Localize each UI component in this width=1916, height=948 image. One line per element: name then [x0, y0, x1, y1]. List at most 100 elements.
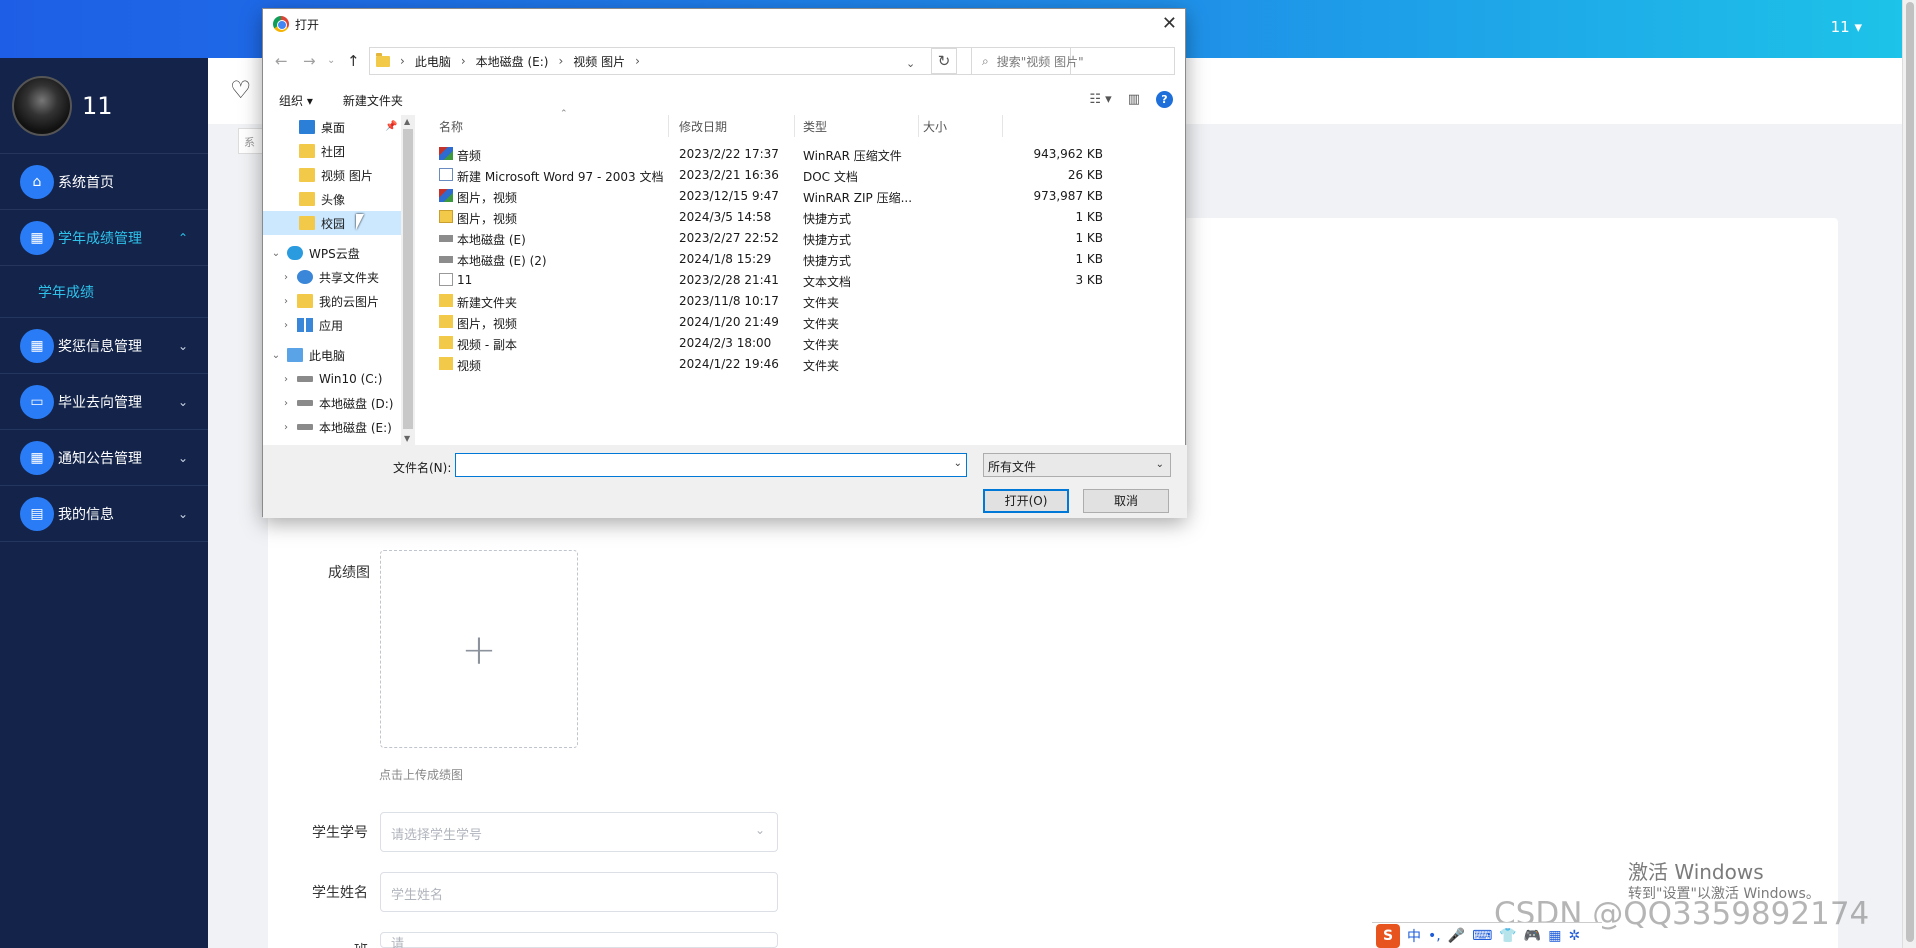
file-type: 快捷方式 [803, 233, 852, 247]
pc-icon [287, 348, 303, 362]
organize-button[interactable]: 组织 ▾ [279, 92, 313, 109]
close-icon[interactable]: ✕ [1162, 13, 1177, 34]
tree-item[interactable]: 社团 [263, 139, 415, 163]
file-row[interactable]: 新建文件夹 2023/11/8 10:17 文件夹 [423, 291, 1023, 311]
expand-icon[interactable]: › [279, 398, 293, 409]
view-options-icon[interactable]: ☷ ▾ [1089, 92, 1111, 107]
game-icon[interactable]: 🎮 [1524, 928, 1541, 944]
tree-item[interactable]: › 本地磁盘 (E:) [263, 415, 415, 439]
help-icon[interactable]: ? [1156, 91, 1173, 108]
folder-icon [299, 144, 315, 158]
file-name: 新建文件夹 [457, 296, 518, 310]
tree-item[interactable]: › Win10 (C:) [263, 367, 415, 391]
file-row[interactable]: 视频 - 副本 2024/2/3 18:00 文件夹 [423, 333, 1023, 353]
settings-icon[interactable]: ✲ [1568, 928, 1580, 944]
file-row[interactable]: 图片，视频 2023/12/15 9:47 WinRAR ZIP 压缩... 973,… [423, 186, 1103, 206]
crumb-drive-e[interactable]: 本地磁盘 (E:) [476, 53, 549, 70]
column-header-name[interactable]: 名称 [439, 115, 669, 137]
forward-icon[interactable]: → [303, 52, 316, 70]
column-header-type[interactable]: 类型 [803, 115, 919, 137]
tree-item[interactable]: ⌄ WPS云盘 [263, 241, 415, 265]
page-scrollbar[interactable] [1902, 0, 1916, 948]
tree-item[interactable]: 头像 [263, 187, 415, 211]
chinese-mode-icon[interactable]: 中 [1407, 926, 1421, 946]
scroll-up-icon[interactable]: ▲ [404, 117, 410, 126]
refresh-icon[interactable]: ↻ [931, 48, 957, 74]
up-icon[interactable]: ↑ [347, 52, 360, 70]
file-row[interactable]: 图片，视频 2024/1/20 21:49 文件夹 [423, 312, 1023, 332]
expand-icon[interactable]: › [279, 296, 293, 307]
file-row[interactable]: 本地磁盘 (E) (2) 2024/1/8 15:29 快捷方式 1 KB [423, 249, 1103, 269]
sidebar-item-home[interactable]: ⌂ 系统首页 [0, 154, 208, 210]
desktop-icon [299, 120, 315, 134]
address-bar[interactable]: › 此电脑 › 本地磁盘 (E:) › 视频 图片 › ⌄ [369, 47, 1071, 75]
preview-pane-icon[interactable]: ▥ [1128, 92, 1140, 107]
dialog-titlebar[interactable]: 打开 ✕ [263, 9, 1185, 39]
expand-icon[interactable]: ⌄ [269, 248, 283, 259]
file-type: 文件夹 [803, 296, 840, 310]
address-dropdown-icon[interactable]: ⌄ [906, 57, 915, 70]
keyboard-icon[interactable]: ⌨ [1472, 928, 1492, 944]
expand-icon[interactable]: ⌄ [269, 350, 283, 361]
sidebar-item-my-info[interactable]: ▤ 我的信息 ⌄ [0, 486, 208, 542]
file-row[interactable]: 11 2023/2/28 21:41 文本文档 3 KB [423, 270, 1103, 290]
scroll-down-icon[interactable]: ▼ [404, 434, 410, 443]
file-row[interactable]: 新建 Microsoft Word 97 - 2003 文档 2023/2/21 … [423, 165, 1103, 185]
scrollbar-thumb[interactable] [1906, 2, 1914, 942]
tree-item[interactable]: ⌄ 此电脑 [263, 343, 415, 367]
crumb-this-pc[interactable]: 此电脑 [415, 53, 451, 70]
microphone-icon[interactable]: 🎤 [1448, 928, 1465, 944]
column-header-size[interactable]: 大小 [923, 115, 1003, 137]
sidebar-item-graduation[interactable]: ▭ 毕业去向管理 ⌄ [0, 374, 208, 430]
toolbox-icon[interactable]: ▦ [1548, 928, 1561, 944]
upload-box[interactable]: + [380, 550, 578, 748]
heart-icon[interactable]: ♡ [230, 76, 252, 104]
nav-scrollbar[interactable]: ▲ ▼ [401, 115, 415, 445]
cancel-button[interactable]: 取消 [1083, 489, 1169, 513]
student-no-select[interactable]: 请选择学生学号 ⌄ [380, 812, 778, 852]
column-header-date[interactable]: 修改日期 [679, 115, 795, 137]
tree-item-label: WPS云盘 [309, 246, 360, 261]
tree-item[interactable]: › 本地磁盘 (D:) [263, 391, 415, 415]
nav-scrollbar-thumb[interactable] [403, 129, 413, 429]
recent-chevron-icon[interactable]: ⌄ [327, 55, 335, 66]
crumb-folder[interactable]: 视频 图片 [573, 53, 625, 70]
tree-item-label: 共享文件夹 [319, 270, 380, 285]
search-input[interactable]: ⌕ 搜索"视频 图片" [971, 47, 1175, 75]
chevron-down-icon: ⌄ [177, 394, 188, 409]
file-row[interactable]: 本地磁盘 (E) 2023/2/27 22:52 快捷方式 1 KB [423, 228, 1103, 248]
filetype-select[interactable]: 所有文件 ⌄ [983, 453, 1171, 477]
expand-icon[interactable]: › [279, 272, 293, 283]
punctuation-icon[interactable]: •, [1428, 928, 1441, 944]
expand-icon[interactable]: › [279, 422, 293, 433]
sidebar-item-rewards[interactable]: ▦ 奖惩信息管理 ⌄ [0, 318, 208, 374]
tree-item[interactable]: › 应用 [263, 313, 415, 337]
new-folder-button[interactable]: 新建文件夹 [343, 92, 403, 109]
sidebar-subitem-grades[interactable]: 学年成绩 [0, 266, 208, 318]
file-row[interactable]: 音频 2023/2/22 17:37 WinRAR 压缩文件 943,962 KB [423, 144, 1103, 164]
rar-file-icon [439, 147, 453, 160]
sogou-icon[interactable]: S [1376, 923, 1400, 948]
file-size: 1 KB [1075, 210, 1103, 224]
open-button[interactable]: 打开(O) [983, 489, 1069, 513]
sidebar-item-grade-management[interactable]: ▦ 学年成绩管理 ⌃ [0, 210, 208, 266]
file-date: 2023/2/27 22:52 [679, 231, 779, 245]
file-row[interactable]: 图片，视频 2024/3/5 14:58 快捷方式 1 KB [423, 207, 1103, 227]
user-menu[interactable]: 11 ▾ [1831, 18, 1862, 36]
tree-item[interactable]: 视频 图片 [263, 163, 415, 187]
chevron-down-icon[interactable]: ⌄ [954, 458, 962, 469]
expand-icon[interactable]: › [279, 374, 293, 385]
tree-item[interactable]: › 我的云图片 [263, 289, 415, 313]
sidebar-item-notices[interactable]: ▦ 通知公告管理 ⌄ [0, 430, 208, 486]
file-row[interactable]: 视频 2024/1/22 19:46 文件夹 [423, 354, 1023, 374]
tree-item[interactable]: 校园 [263, 211, 415, 235]
sidebar-item-label: 通知公告管理 [58, 450, 142, 467]
address-row: ← → ⌄ ↑ › 此电脑 › 本地磁盘 (E:) › 视频 图片 › ⌄ ↻ … [263, 45, 1187, 77]
tree-item[interactable]: › 共享文件夹 [263, 265, 415, 289]
skin-icon[interactable]: 👕 [1499, 928, 1516, 944]
filename-input[interactable]: ⌄ [455, 453, 967, 477]
class-input[interactable]: 请 [380, 932, 778, 948]
expand-icon[interactable]: › [279, 320, 293, 331]
back-icon[interactable]: ← [275, 52, 288, 70]
student-name-input[interactable]: 学生姓名 [380, 872, 778, 912]
